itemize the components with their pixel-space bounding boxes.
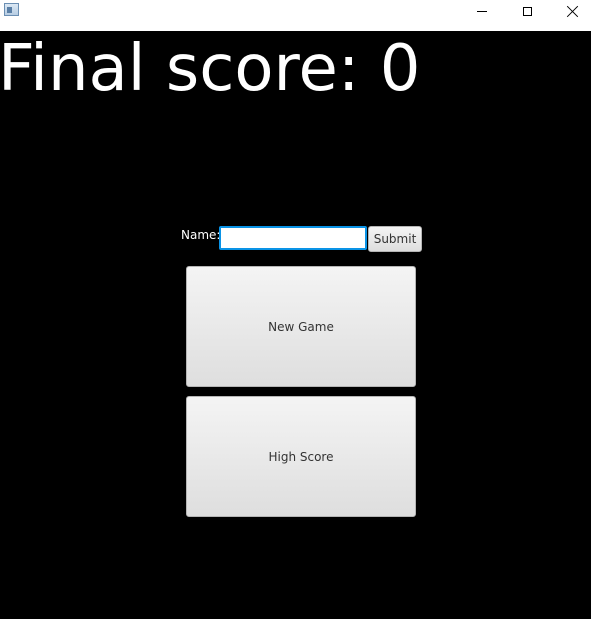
maximize-icon xyxy=(522,6,532,16)
new-game-button[interactable]: New Game xyxy=(186,266,416,387)
minimize-button[interactable] xyxy=(459,0,505,22)
close-icon xyxy=(567,5,579,17)
high-score-button[interactable]: High Score xyxy=(186,396,416,517)
game-over-screen: Final score: 0 Name: Submit New Game Hig… xyxy=(0,31,591,619)
final-score-text: Final score: 0 xyxy=(0,32,421,106)
close-button[interactable] xyxy=(550,0,595,22)
minimize-icon xyxy=(477,10,487,12)
maximize-button[interactable] xyxy=(504,0,550,22)
title-bar[interactable] xyxy=(0,0,595,31)
app-icon xyxy=(4,3,19,16)
app-window: Final score: 0 Name: Submit New Game Hig… xyxy=(0,0,595,623)
name-label: Name: xyxy=(181,228,221,242)
submit-button[interactable]: Submit xyxy=(368,226,422,252)
name-input[interactable] xyxy=(219,226,367,250)
